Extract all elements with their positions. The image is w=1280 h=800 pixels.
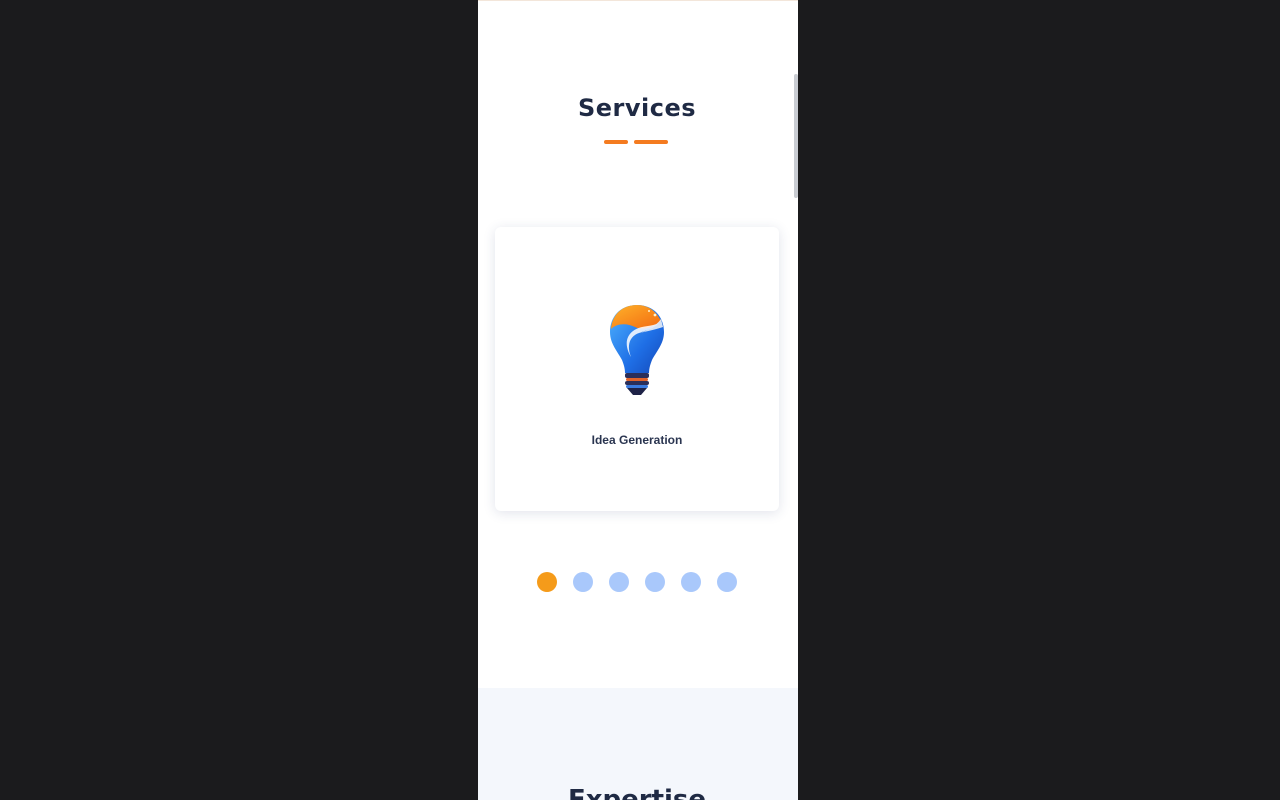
service-label: Idea Generation: [591, 433, 683, 447]
carousel-dot-2[interactable]: [573, 572, 593, 592]
expertise-title: Expertise: [567, 785, 707, 800]
carousel-dot-1[interactable]: [537, 572, 557, 592]
carousel-dot-5[interactable]: [681, 572, 701, 592]
service-card[interactable]: Idea Generation: [495, 227, 779, 511]
carousel-dot-6[interactable]: [717, 572, 737, 592]
carousel-dot-4[interactable]: [645, 572, 665, 592]
carousel-dot-3[interactable]: [609, 572, 629, 592]
title-underline-long: [634, 140, 668, 144]
lightbulb-icon: [610, 305, 664, 395]
services-title: Services: [577, 94, 697, 122]
expertise-section: Expertise: [478, 688, 798, 800]
scrollbar-thumb[interactable]: [794, 74, 798, 198]
mobile-viewport: Services Idea Generation Expertise: [478, 0, 798, 800]
carousel-pagination: [537, 572, 737, 592]
title-underline-short: [604, 140, 628, 144]
top-divider: [478, 0, 798, 1]
